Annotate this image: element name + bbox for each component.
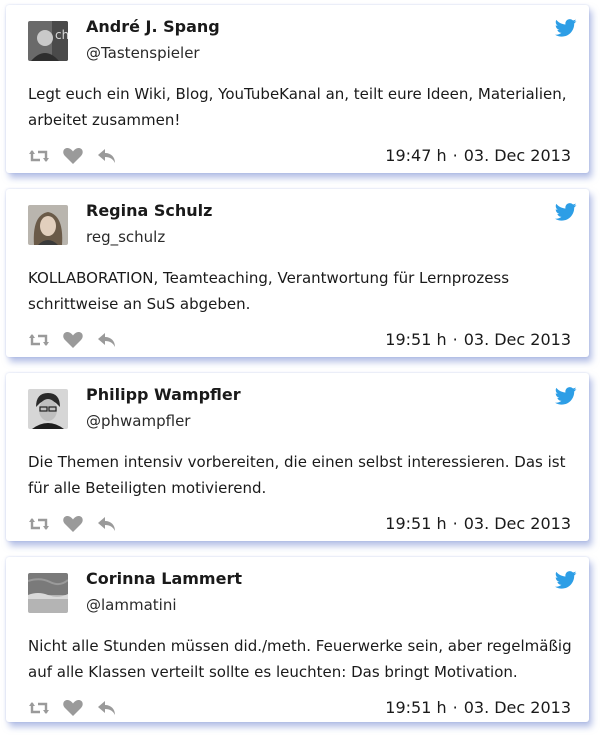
- twitter-bird-icon[interactable]: [555, 203, 577, 221]
- retweet-icon[interactable]: [28, 515, 50, 533]
- svg-text:ch: ch: [55, 28, 68, 42]
- reply-icon[interactable]: [96, 515, 118, 533]
- tweet-card: Philipp Wampfler @phwampfler Die Themen …: [6, 373, 589, 541]
- timestamp[interactable]: 19:51 h · 03. Dec 2013: [385, 330, 571, 349]
- reply-icon[interactable]: [96, 699, 118, 717]
- tweet-card: Regina Schulz reg_schulz KOLLABORATION, …: [6, 189, 589, 357]
- author-handle[interactable]: @Tastenspieler: [86, 44, 200, 62]
- tweet-actions: [28, 147, 118, 165]
- tweet-text: Die Themen intensiv vorbereiten, die ein…: [28, 453, 566, 497]
- tweet-actions: [28, 331, 118, 349]
- author-handle[interactable]: @phwampfler: [86, 412, 190, 430]
- tweet-actions: [28, 515, 118, 533]
- avatar[interactable]: [28, 389, 68, 429]
- tweet-text: Nicht alle Stunden müssen did./meth. Feu…: [28, 637, 572, 681]
- reply-icon[interactable]: [96, 147, 118, 165]
- avatar[interactable]: ch: [28, 21, 68, 61]
- tweet-text: Legt euch ein Wiki, Blog, YouTubeKanal a…: [28, 85, 567, 129]
- retweet-icon[interactable]: [28, 147, 50, 165]
- twitter-bird-icon[interactable]: [555, 387, 577, 405]
- heart-icon[interactable]: [62, 147, 84, 165]
- tweet-card: ch André J. Spang @Tastenspieler Legt eu…: [6, 5, 589, 173]
- author-handle[interactable]: reg_schulz: [86, 228, 165, 246]
- reply-icon[interactable]: [96, 331, 118, 349]
- author-name[interactable]: Philipp Wampfler: [86, 385, 241, 404]
- timestamp[interactable]: 19:51 h · 03. Dec 2013: [385, 698, 571, 717]
- avatar[interactable]: [28, 573, 68, 613]
- timestamp[interactable]: 19:51 h · 03. Dec 2013: [385, 514, 571, 533]
- tweet-card: Corinna Lammert @lammatini Nicht alle St…: [6, 557, 589, 722]
- author-handle[interactable]: @lammatini: [86, 596, 177, 614]
- tweet-text: KOLLABORATION, Teamteaching, Verantwortu…: [28, 269, 510, 313]
- author-name[interactable]: Corinna Lammert: [86, 569, 242, 588]
- tweet-actions: [28, 699, 118, 717]
- heart-icon[interactable]: [62, 515, 84, 533]
- timestamp[interactable]: 19:47 h · 03. Dec 2013: [385, 146, 571, 165]
- avatar[interactable]: [28, 205, 68, 245]
- retweet-icon[interactable]: [28, 699, 50, 717]
- heart-icon[interactable]: [62, 331, 84, 349]
- twitter-bird-icon[interactable]: [555, 571, 577, 589]
- retweet-icon[interactable]: [28, 331, 50, 349]
- author-name[interactable]: Regina Schulz: [86, 201, 212, 220]
- heart-icon[interactable]: [62, 699, 84, 717]
- author-name[interactable]: André J. Spang: [86, 17, 220, 36]
- twitter-bird-icon[interactable]: [555, 19, 577, 37]
